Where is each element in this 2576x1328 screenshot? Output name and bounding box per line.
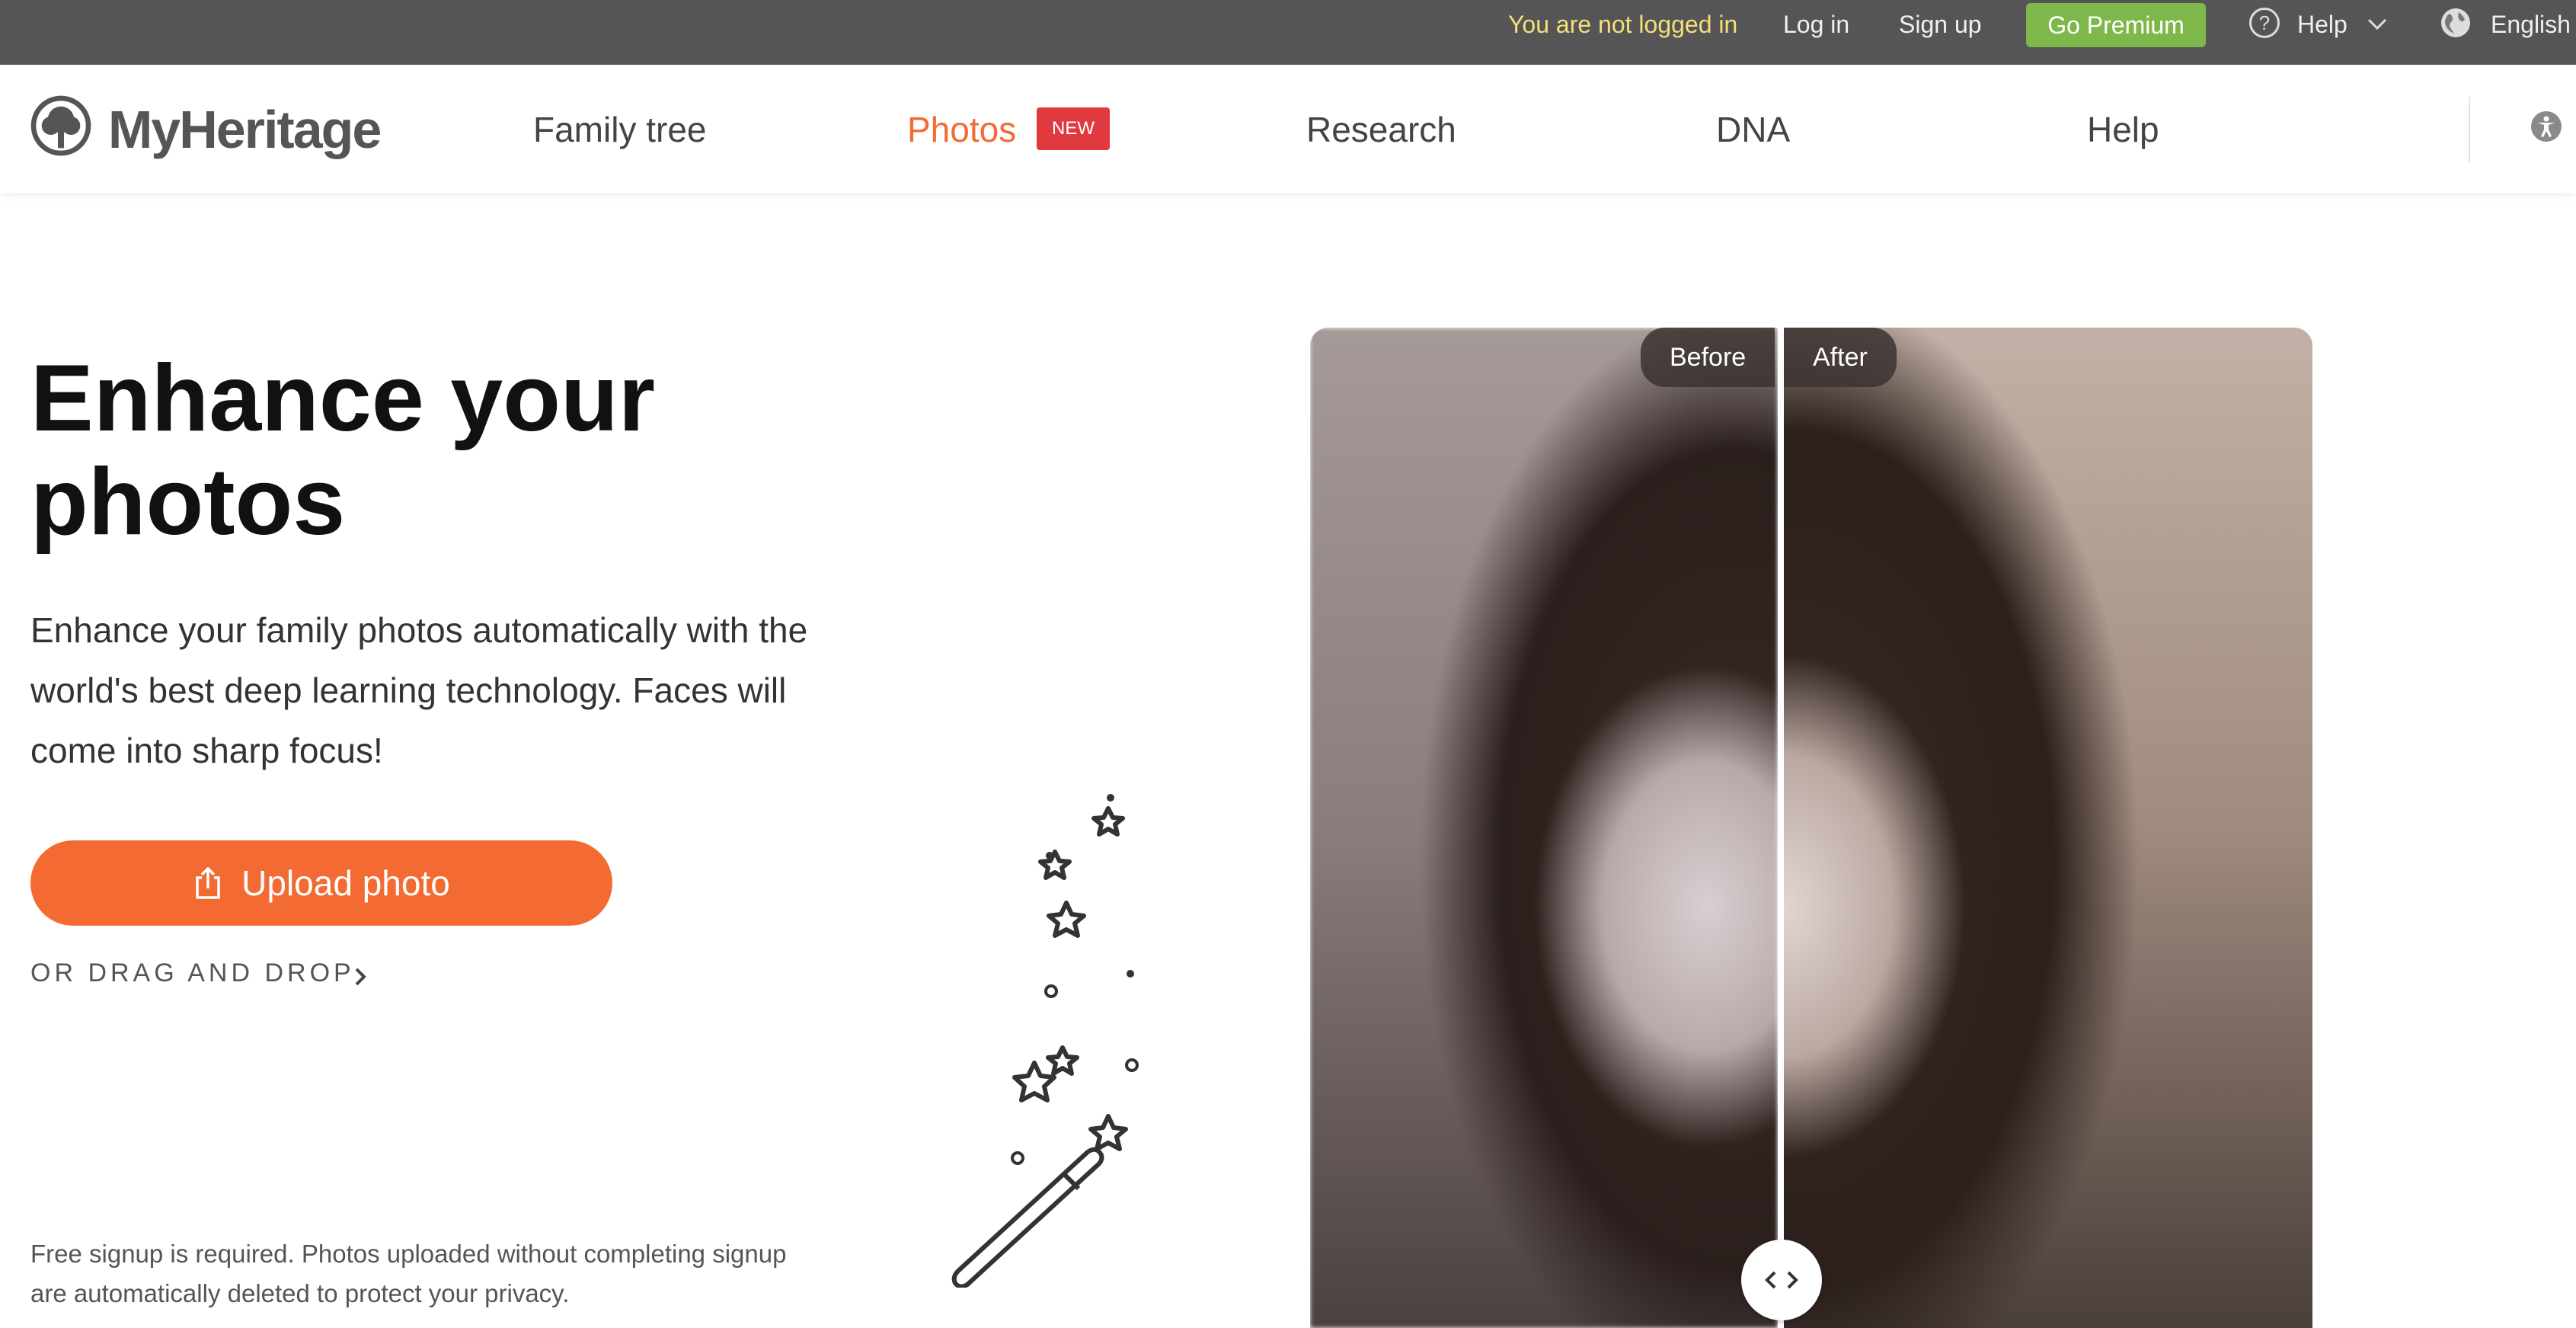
- nav-family-tree[interactable]: Family tree: [533, 103, 706, 156]
- drag-and-drop-hint[interactable]: OR DRAG AND DROP: [30, 958, 355, 988]
- upload-icon: [196, 866, 220, 899]
- go-premium-button[interactable]: Go Premium: [2026, 3, 2206, 47]
- before-after-comparison[interactable]: Before After: [1310, 328, 2312, 1328]
- after-label: After: [1784, 328, 1897, 387]
- upload-photo-label: Upload photo: [241, 863, 450, 903]
- chevron-right-icon: [355, 968, 366, 986]
- myheritage-logo-icon[interactable]: [30, 95, 91, 156]
- top-utility-bar: You are not logged in Log in Sign up Go …: [0, 0, 2576, 65]
- before-label: Before: [1641, 328, 1775, 387]
- help-icon[interactable]: ?: [2249, 8, 2280, 38]
- comparison-divider[interactable]: [1778, 328, 1784, 1328]
- privacy-disclaimer: Free signup is required. Photos uploaded…: [30, 1240, 787, 1307]
- upload-photo-button[interactable]: Upload photo: [30, 840, 612, 926]
- page-title: Enhance your photos: [30, 346, 655, 555]
- help-menu-link[interactable]: Help: [2297, 0, 2347, 65]
- nav-dna[interactable]: DNA: [1716, 103, 1790, 156]
- nav-photos[interactable]: Photos: [907, 103, 1016, 156]
- after-photo: [1782, 328, 2312, 1328]
- signup-link[interactable]: Sign up: [1899, 0, 1982, 65]
- language-selector[interactable]: English: [2491, 0, 2571, 65]
- main-navigation: MyHeritage Family tree Photos NEW Resear…: [0, 65, 2576, 193]
- nav-divider: [2469, 97, 2470, 162]
- accessibility-icon[interactable]: [2530, 110, 2562, 142]
- globe-icon[interactable]: [2439, 6, 2472, 40]
- hero-subtitle: Enhance your family photos automatically…: [30, 610, 808, 770]
- magic-wand-icon: [951, 794, 1139, 1288]
- new-badge: NEW: [1037, 107, 1110, 150]
- compare-arrows-icon: [1765, 1271, 1798, 1289]
- brand-name[interactable]: MyHeritage: [108, 95, 382, 164]
- login-link[interactable]: Log in: [1783, 0, 1849, 65]
- before-photo: [1310, 328, 1778, 1328]
- nav-help[interactable]: Help: [2087, 103, 2159, 156]
- comparison-slider-handle[interactable]: [1741, 1240, 1822, 1320]
- nav-research[interactable]: Research: [1306, 103, 1456, 156]
- login-status-text: You are not logged in: [1508, 11, 1738, 38]
- chevron-down-icon[interactable]: [2364, 11, 2390, 37]
